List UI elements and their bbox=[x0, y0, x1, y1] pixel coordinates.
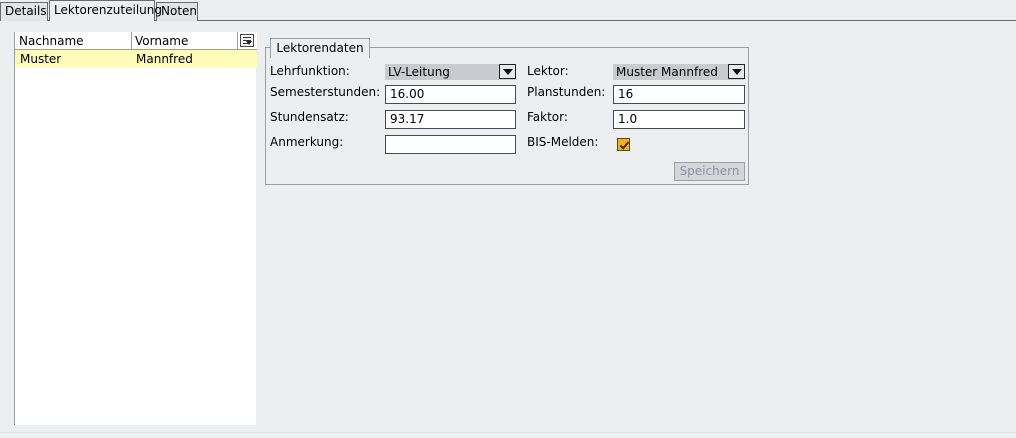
lehrfunktion-value: LV-Leitung bbox=[388, 65, 450, 79]
faktor-input[interactable]: 1.0 bbox=[613, 110, 745, 129]
lektor-select[interactable]: Muster Mannfred bbox=[613, 64, 745, 80]
list-item-nachname: Muster bbox=[20, 52, 62, 66]
lehrfunktion-select[interactable]: LV-Leitung bbox=[385, 64, 516, 80]
lecturer-list[interactable]: Nachname Vorname Muster Mannfred bbox=[14, 32, 257, 425]
column-divider[interactable] bbox=[237, 32, 238, 50]
stundensatz-input[interactable]: 93.17 bbox=[385, 110, 516, 129]
column-picker-icon[interactable] bbox=[240, 34, 254, 47]
faktor-label: Faktor: bbox=[527, 110, 568, 124]
tab-noten[interactable]: Noten bbox=[156, 2, 198, 21]
tab-bar: Details Lektorenzuteilung Noten bbox=[0, 0, 1016, 22]
list-item-vorname: Mannfred bbox=[136, 52, 193, 66]
tab-lektorenzuteilung[interactable]: Lektorenzuteilung bbox=[49, 0, 162, 21]
anmerkung-label: Anmerkung: bbox=[270, 135, 344, 149]
bis-melden-label: BIS-Melden: bbox=[527, 135, 599, 149]
column-divider[interactable] bbox=[131, 32, 132, 50]
save-button[interactable]: Speichern bbox=[674, 162, 745, 181]
tab-noten-label: Noten bbox=[161, 4, 198, 18]
column-header-vorname[interactable]: Vorname bbox=[135, 33, 188, 49]
bis-melden-checkbox[interactable] bbox=[617, 138, 630, 151]
semesterstunden-input[interactable]: 16.00 bbox=[385, 85, 516, 104]
planstunden-label: Planstunden: bbox=[527, 85, 606, 99]
bottom-divider bbox=[0, 432, 1016, 433]
chevron-down-icon[interactable] bbox=[728, 64, 745, 79]
chevron-down-icon[interactable] bbox=[499, 64, 516, 79]
tab-details[interactable]: Details bbox=[0, 2, 48, 21]
lehrfunktion-label: Lehrfunktion: bbox=[270, 64, 350, 78]
list-item[interactable]: Muster Mannfred bbox=[15, 50, 257, 68]
tab-details-label: Details bbox=[5, 4, 47, 18]
column-header-nachname[interactable]: Nachname bbox=[19, 33, 84, 49]
list-header: Nachname Vorname bbox=[15, 32, 257, 50]
lektor-label: Lektor: bbox=[527, 64, 569, 78]
group-legend: Lektorendaten bbox=[270, 38, 370, 58]
lektor-value: Muster Mannfred bbox=[616, 65, 718, 79]
anmerkung-input[interactable] bbox=[385, 135, 516, 154]
planstunden-input[interactable]: 16 bbox=[613, 85, 745, 104]
semesterstunden-label: Semesterstunden: bbox=[270, 85, 381, 99]
checkmark-icon bbox=[619, 141, 630, 150]
stundensatz-label: Stundensatz: bbox=[270, 110, 349, 124]
tab-lektorenzuteilung-label: Lektorenzuteilung bbox=[54, 3, 162, 17]
